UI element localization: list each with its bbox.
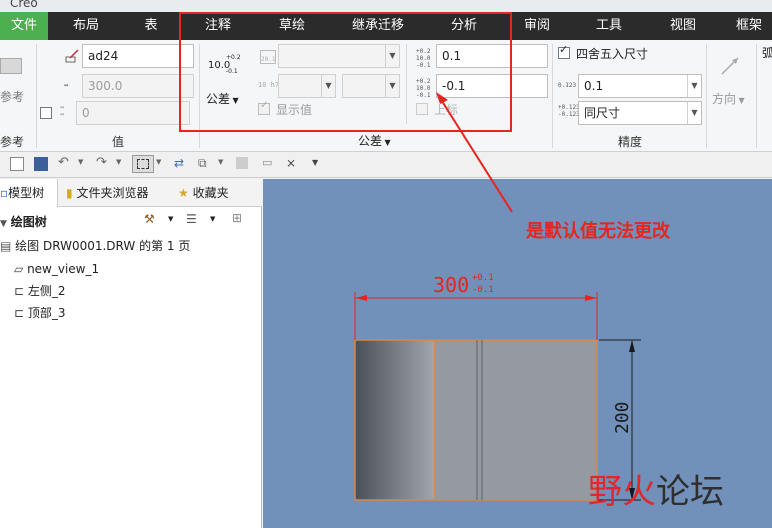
annotation-text: 是默认值无法更改 bbox=[526, 221, 670, 242]
watermark: 野火论坛 bbox=[588, 472, 724, 512]
annotation-arrow bbox=[436, 92, 513, 213]
